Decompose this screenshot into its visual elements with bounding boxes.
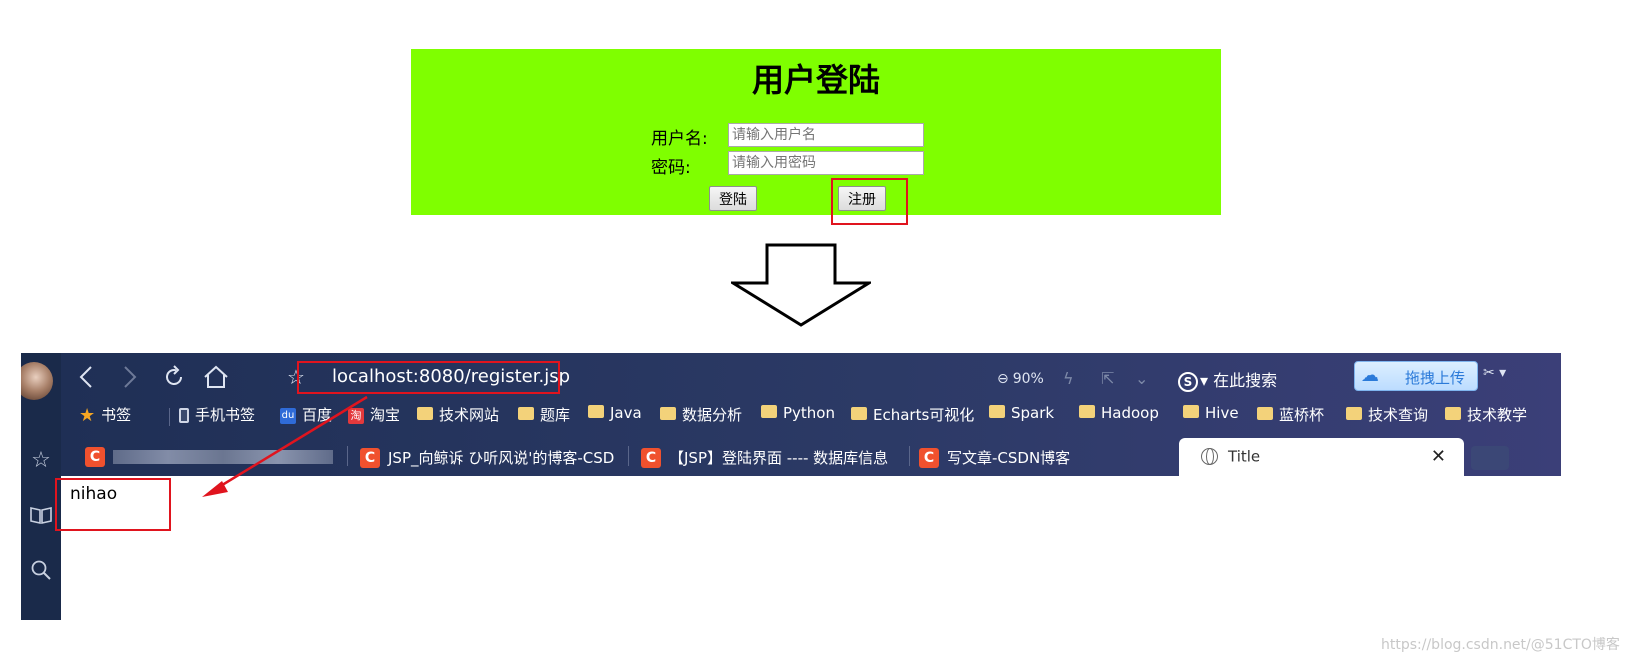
menu-chevron-icon[interactable]: ✂ ▾ xyxy=(1483,365,1506,381)
browser-chrome: ☆ localhost:8080/register.jsp ⊖ 90% ϟ ⇱ ⌄… xyxy=(61,353,1561,476)
share-icon[interactable]: ⇱ xyxy=(1101,369,1114,388)
username-input[interactable] xyxy=(728,123,924,147)
home-icon[interactable] xyxy=(203,365,229,391)
tab-divider xyxy=(347,446,348,466)
tab-write-article[interactable]: C 写文章-CSDN博客 xyxy=(919,438,1159,476)
drag-upload-badge[interactable]: ☁ 拖拽上传 xyxy=(1354,361,1478,391)
bookmark-folder[interactable]: Hive xyxy=(1183,404,1239,422)
bookmark-item[interactable]: 淘淘宝 xyxy=(348,404,400,425)
folder-icon xyxy=(588,405,604,418)
tab-blurred[interactable]: C xyxy=(85,438,335,476)
bookmark-item[interactable]: 手机书签 xyxy=(179,404,255,425)
upload-label: 拖拽上传 xyxy=(1405,369,1466,387)
password-label: 密码: xyxy=(651,158,691,178)
csdn-icon: C xyxy=(360,447,380,468)
bookmark-folder[interactable]: Python xyxy=(761,404,835,422)
baidu-icon: du xyxy=(280,407,296,424)
password-input[interactable] xyxy=(728,151,924,175)
watermark: https://blog.csdn.net/@51CTO博客 xyxy=(1381,637,1620,653)
tab-jsp-blog[interactable]: C JSP_向鲸诉 ひ听风说'的博客-CSD xyxy=(360,438,620,476)
bookmark-folder[interactable]: 技术网站 xyxy=(417,404,499,425)
phone-icon xyxy=(179,408,189,423)
bookmark-item[interactable]: du 百度 xyxy=(280,404,332,425)
csdn-icon: C xyxy=(641,447,661,468)
folder-icon xyxy=(989,405,1005,418)
bookmark-separator xyxy=(169,408,170,426)
login-button[interactable]: 登陆 xyxy=(709,186,757,211)
login-panel: 用户登陆 用户名: 密码: 登陆 注册 xyxy=(411,49,1221,215)
bookmark-folder[interactable]: 技术教学 xyxy=(1445,404,1527,425)
url-highlight-box xyxy=(297,361,560,394)
csdn-icon: C xyxy=(919,447,939,468)
new-tab-button[interactable] xyxy=(1471,446,1509,470)
zoom-value: 90% xyxy=(1012,371,1044,387)
cloud-icon: ☁ xyxy=(1361,365,1379,386)
chevron-down-icon[interactable]: ⌄ xyxy=(1135,369,1148,388)
bookmark-folder[interactable]: 技术查询 xyxy=(1346,404,1428,425)
tab-divider xyxy=(628,446,629,466)
login-title: 用户登陆 xyxy=(751,61,880,99)
folder-icon xyxy=(1445,407,1461,420)
bookmark-folder[interactable]: Java xyxy=(588,404,642,422)
sogou-logo-icon: S xyxy=(1178,371,1198,392)
bookmark-folder[interactable]: Spark xyxy=(989,404,1054,422)
folder-icon xyxy=(1257,407,1273,420)
search-engine-selector[interactable]: S ▾ 在此搜索 xyxy=(1178,367,1277,392)
zoom-out-icon: ⊖ xyxy=(997,371,1009,387)
blurred-tab-title xyxy=(113,450,333,464)
close-icon[interactable]: ✕ xyxy=(1431,446,1446,467)
username-label: 用户名: xyxy=(651,129,708,149)
folder-icon xyxy=(1346,407,1362,420)
tab-strip: C C JSP_向鲸诉 ひ听风说'的博客-CSD C 【JSP】登陆界面 ---- … xyxy=(61,434,1561,476)
folder-icon xyxy=(417,407,433,420)
lightning-icon[interactable]: ϟ xyxy=(1063,369,1074,388)
folder-icon xyxy=(851,407,867,420)
tab-divider xyxy=(909,446,910,466)
bookmark-folder[interactable]: 数据分析 xyxy=(660,404,742,425)
folder-icon xyxy=(1079,405,1095,418)
reload-icon[interactable] xyxy=(161,365,187,391)
globe-icon xyxy=(1201,448,1218,465)
content-highlight-box xyxy=(55,478,171,531)
folder-icon xyxy=(1183,405,1199,418)
register-highlight-box xyxy=(831,178,908,225)
search-icon[interactable] xyxy=(25,559,57,591)
bookmark-folder[interactable]: Hadoop xyxy=(1079,404,1159,422)
avatar[interactable] xyxy=(21,362,53,400)
forward-arrow-icon[interactable] xyxy=(117,365,143,391)
bookmark-folder[interactable]: 题库 xyxy=(518,404,570,425)
bookmark-item[interactable]: ★ 书签 xyxy=(79,404,131,426)
folder-icon xyxy=(660,407,676,420)
back-arrow-icon[interactable] xyxy=(73,365,99,391)
bookmark-folder[interactable]: 蓝桥杯 xyxy=(1257,404,1324,425)
bookmark-folder[interactable]: Echarts可视化 xyxy=(851,404,974,425)
search-placeholder: 在此搜索 xyxy=(1213,371,1278,390)
browser-window: ☆ ☆ localhost:8080/register.jsp ⊖ 90% ϟ ⇱… xyxy=(21,353,1561,620)
tab-title-active[interactable]: Title ✕ xyxy=(1179,438,1464,476)
csdn-icon: C xyxy=(85,447,105,467)
reading-book-icon[interactable] xyxy=(25,503,57,535)
folder-icon xyxy=(761,405,777,418)
taobao-icon: 淘 xyxy=(348,407,364,424)
star-icon: ★ xyxy=(79,405,96,426)
folder-icon xyxy=(518,407,534,420)
zoom-indicator[interactable]: ⊖ 90% xyxy=(997,371,1044,387)
favorites-star-icon[interactable]: ☆ xyxy=(25,445,57,477)
bookmarks-bar: ★ 书签 手机书签 du 百度 淘淘宝 技术网站 题库 Java 数据分析 Pyth… xyxy=(61,399,1561,429)
tab-jsp-login[interactable]: C 【JSP】登陆界面 ---- 数据库信息 xyxy=(641,438,901,476)
down-arrow-icon xyxy=(731,243,871,327)
